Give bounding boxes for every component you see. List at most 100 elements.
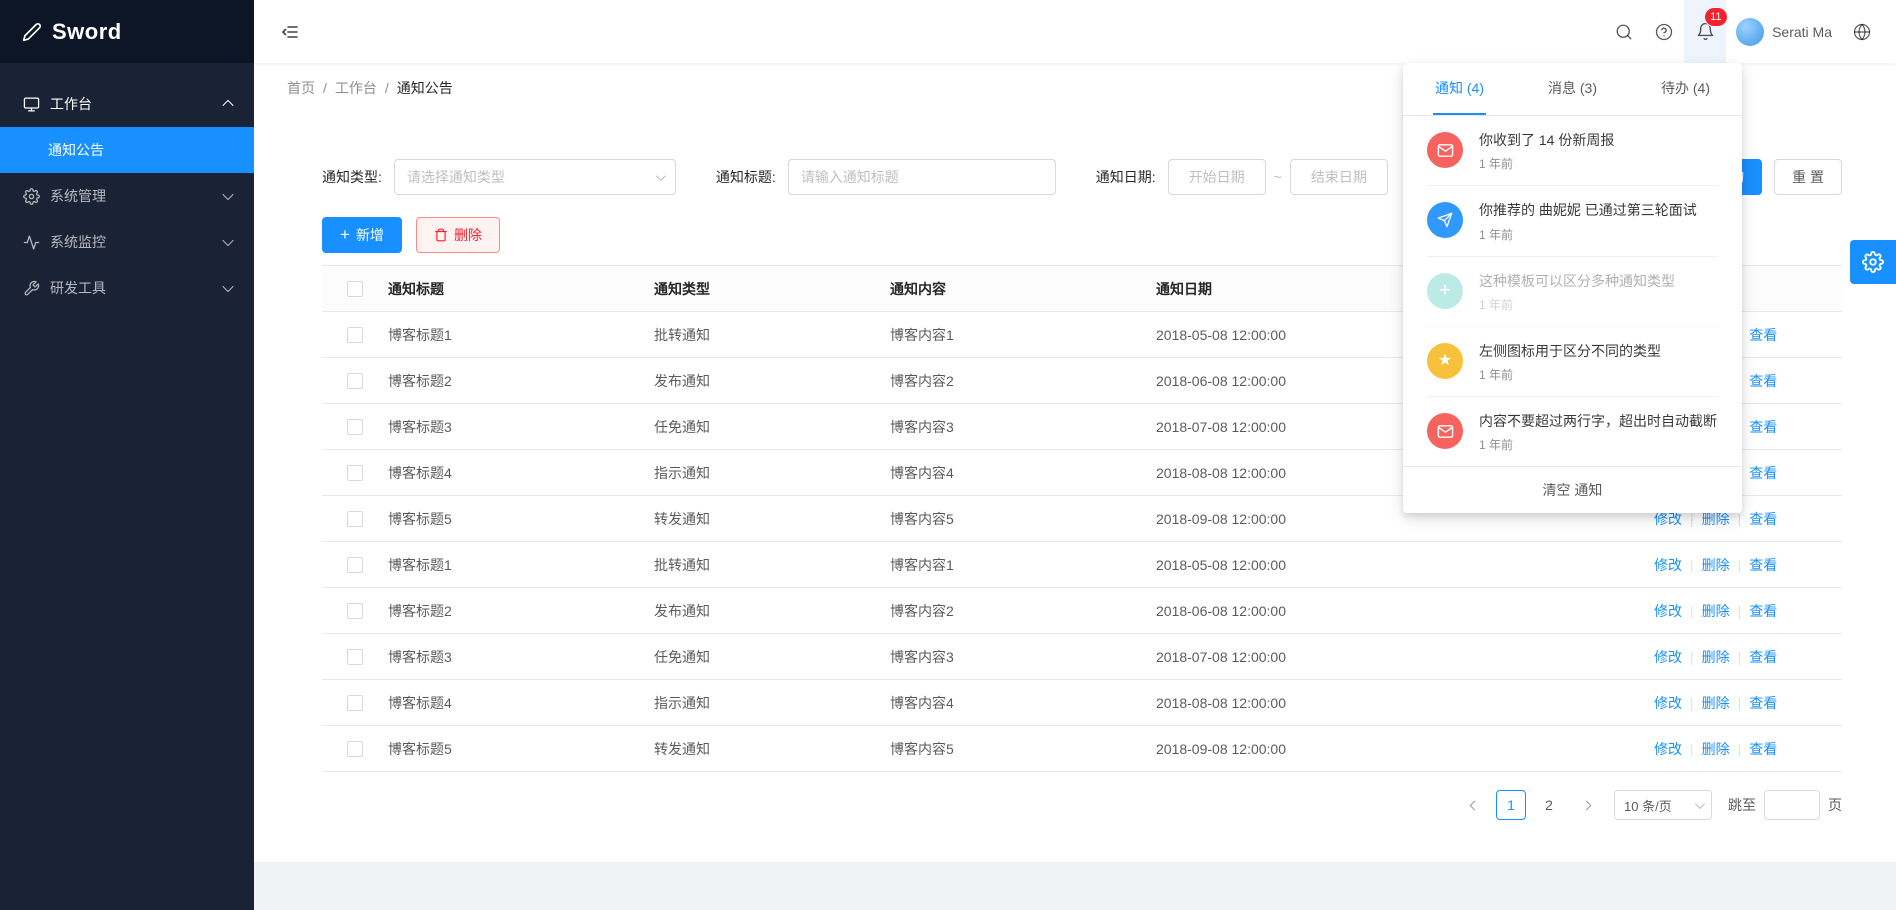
sidebar-item-dev-tools[interactable]: 研发工具 (0, 265, 254, 311)
cell-content: 博客内容5 (890, 496, 1156, 542)
notification-item[interactable]: ★ 左侧图标用于区分不同的类型 1 年前 (1427, 327, 1718, 397)
notification-item[interactable]: 你收到了 14 份新周报 1 年前 (1427, 116, 1718, 186)
notification-badge: 11 (1705, 8, 1726, 26)
row-view-link[interactable]: 查看 (1749, 373, 1777, 389)
select-placeholder: 请选择通知类型 (407, 167, 505, 187)
row-checkbox[interactable] (347, 327, 363, 343)
cell-title: 博客标题4 (388, 680, 654, 726)
row-edit-link[interactable]: 修改 (1654, 557, 1682, 573)
row-delete-link[interactable]: 删除 (1702, 557, 1730, 573)
app-root: Sword 工作台 通知公告 系统管理 (0, 0, 1896, 910)
sidebar-item-workbench[interactable]: 工作台 (0, 81, 254, 127)
row-checkbox[interactable] (347, 741, 363, 757)
cell-content: 博客内容1 (890, 312, 1156, 358)
tab-todo[interactable]: 待办 (4) (1629, 63, 1742, 115)
row-view-link[interactable]: 查看 (1749, 327, 1777, 343)
notification-item-read[interactable]: + 这种模板可以区分多种通知类型 1 年前 (1427, 257, 1718, 327)
add-button[interactable]: + 新增 (322, 217, 402, 253)
end-date-input[interactable] (1290, 159, 1388, 195)
row-checkbox[interactable] (347, 695, 363, 711)
row-view-link[interactable]: 查看 (1749, 419, 1777, 435)
row-checkbox[interactable] (347, 557, 363, 573)
row-delete-link[interactable]: 删除 (1702, 603, 1730, 619)
breadcrumb-separator: / (385, 80, 389, 96)
cell-content: 博客内容1 (890, 542, 1156, 588)
desktop-icon (22, 96, 40, 113)
row-view-link[interactable]: 查看 (1749, 695, 1777, 711)
cell-title: 博客标题5 (388, 726, 654, 772)
row-delete-link[interactable]: 删除 (1702, 649, 1730, 665)
start-date-input[interactable] (1168, 159, 1266, 195)
row-view-link[interactable]: 查看 (1749, 603, 1777, 619)
logo[interactable]: Sword (0, 0, 254, 63)
tab-notice[interactable]: 通知 (4) (1403, 63, 1516, 115)
cell-title: 博客标题2 (388, 588, 654, 634)
notification-list: 你收到了 14 份新周报 1 年前 你推荐的 曲妮妮 已通过第三轮面试 1 年前… (1403, 116, 1742, 466)
notification-item[interactable]: 你推荐的 曲妮妮 已通过第三轮面试 1 年前 (1427, 186, 1718, 256)
row-delete-link[interactable]: 删除 (1702, 741, 1730, 757)
cell-title: 博客标题4 (388, 450, 654, 496)
delete-button[interactable]: 删除 (416, 217, 500, 253)
chevron-down-icon (656, 171, 666, 181)
row-checkbox[interactable] (347, 465, 363, 481)
row-edit-link[interactable]: 修改 (1654, 649, 1682, 665)
next-page-button[interactable] (1572, 790, 1600, 820)
row-view-link[interactable]: 查看 (1749, 557, 1777, 573)
star-icon: ★ (1427, 343, 1463, 379)
send-icon (1427, 202, 1463, 238)
date-range-separator: ~ (1274, 169, 1282, 185)
menu-fold-icon[interactable] (280, 22, 300, 42)
cell-type: 转发通知 (654, 726, 890, 772)
language-globe-icon[interactable] (1842, 0, 1882, 63)
row-delete-link[interactable]: 删除 (1702, 695, 1730, 711)
notification-title: 你推荐的 曲妮妮 已通过第三轮面试 (1479, 200, 1697, 220)
notification-title: 左侧图标用于区分不同的类型 (1479, 341, 1661, 361)
breadcrumb-current: 通知公告 (397, 78, 453, 98)
row-checkbox[interactable] (347, 649, 363, 665)
breadcrumb-home[interactable]: 首页 (287, 78, 315, 98)
select-all-checkbox[interactable] (347, 281, 363, 297)
row-checkbox[interactable] (347, 373, 363, 389)
row-view-link[interactable]: 查看 (1749, 465, 1777, 481)
trash-icon (434, 228, 448, 242)
logo-text: Sword (52, 19, 122, 45)
cell-content: 博客内容3 (890, 634, 1156, 680)
notifications-bell[interactable]: 11 (1684, 0, 1726, 63)
settings-gear-button[interactable] (1850, 240, 1896, 284)
page-size-select[interactable]: 10 条/页 (1614, 790, 1712, 820)
help-circle-icon[interactable] (1644, 0, 1684, 63)
row-checkbox[interactable] (347, 419, 363, 435)
notice-title-input[interactable] (788, 159, 1056, 195)
breadcrumb-workbench[interactable]: 工作台 (335, 78, 377, 98)
row-view-link[interactable]: 查看 (1749, 511, 1777, 527)
avatar (1736, 18, 1764, 46)
page-button-2[interactable]: 2 (1534, 790, 1564, 820)
row-checkbox[interactable] (347, 603, 363, 619)
notification-item[interactable]: 内容不要超过两行字，超出时自动截断 1 年前 (1427, 397, 1718, 466)
page-button-1[interactable]: 1 (1496, 790, 1526, 820)
row-view-link[interactable]: 查看 (1749, 649, 1777, 665)
sidebar-item-system-mgmt[interactable]: 系统管理 (0, 173, 254, 219)
notification-tabs: 通知 (4) 消息 (3) 待办 (4) (1403, 63, 1742, 116)
clear-notifications-button[interactable]: 清空 通知 (1403, 466, 1742, 513)
notice-type-select[interactable]: 请选择通知类型 (394, 159, 676, 195)
tab-message[interactable]: 消息 (3) (1516, 63, 1629, 115)
user-menu[interactable]: Serati Ma (1726, 0, 1842, 63)
plus-icon: + (1427, 273, 1463, 309)
jump-page-input[interactable] (1764, 790, 1820, 820)
prev-page-button[interactable] (1460, 790, 1488, 820)
sidebar-item-label: 系统管理 (50, 186, 224, 206)
sidebar-item-notice[interactable]: 通知公告 (0, 127, 254, 173)
row-edit-link[interactable]: 修改 (1654, 741, 1682, 757)
row-view-link[interactable]: 查看 (1749, 741, 1777, 757)
search-icon[interactable] (1604, 0, 1644, 63)
chevron-down-icon (222, 235, 233, 246)
row-checkbox[interactable] (347, 511, 363, 527)
row-edit-link[interactable]: 修改 (1654, 695, 1682, 711)
row-edit-link[interactable]: 修改 (1654, 603, 1682, 619)
notification-title: 你收到了 14 份新周报 (1479, 130, 1614, 150)
add-button-label: 新增 (356, 225, 384, 245)
cell-title: 博客标题1 (388, 542, 654, 588)
sidebar-item-system-monitor[interactable]: 系统监控 (0, 219, 254, 265)
reset-button[interactable]: 重 置 (1774, 159, 1842, 195)
